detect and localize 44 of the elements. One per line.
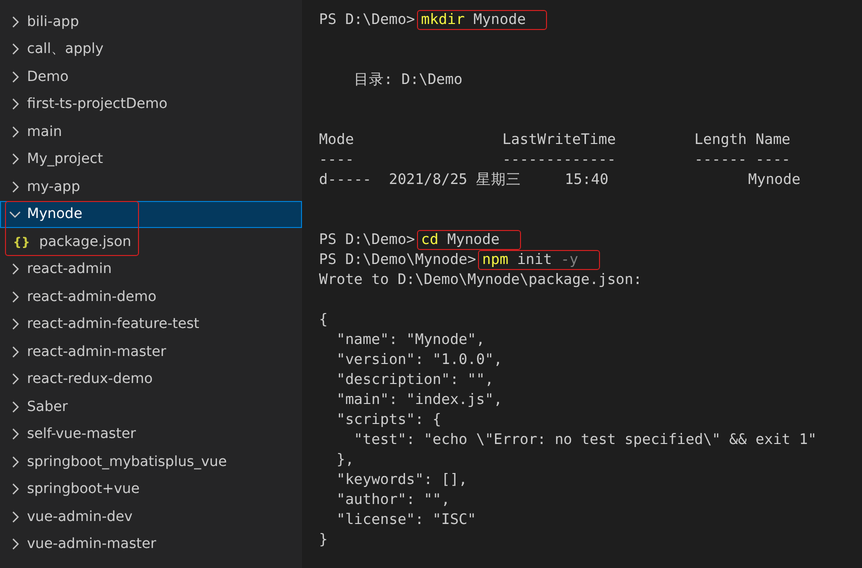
folder-item[interactable]: main	[0, 118, 302, 146]
folder-item[interactable]: My_project	[0, 146, 302, 173]
terminal-line: "main": "index.js",	[335, 391, 504, 410]
folder-item[interactable]: first-ts-projectDemo	[0, 90, 302, 118]
folder-item[interactable]: self-vue-master	[0, 420, 302, 448]
terminal-line: Wrote to D:\Demo\Mynode\package.json:	[319, 271, 644, 290]
folder-item[interactable]: springboot+vue	[0, 476, 302, 503]
command-text: npm init -y	[478, 250, 600, 270]
folder-item[interactable]: vue-admin-dev	[0, 503, 302, 530]
terminal-line: "scripts": {	[335, 411, 442, 430]
terminal-line: "description": "",	[335, 371, 495, 390]
terminal-line: d----- 2021/8/25 星期三 15:40 Mynode	[319, 171, 802, 190]
prompt-text: PS D:\Demo\Mynode>	[319, 252, 476, 268]
folder-item[interactable]: vue-admin-master	[0, 530, 302, 558]
terminal-line: "version": "1.0.0",	[335, 351, 504, 370]
terminal-line: "name": "Mynode",	[335, 331, 486, 350]
command-text: mkdir Mynode	[417, 10, 548, 30]
json-file-icon: {}	[13, 234, 30, 249]
terminal-line: "keywords": [],	[335, 471, 468, 490]
folder-item[interactable]: react-redux-demo	[0, 366, 302, 393]
folder-item[interactable]: my-app	[0, 173, 302, 200]
terminal-line: 目录: D:\Demo	[352, 71, 464, 90]
terminal-line: "test": "echo \"Error: no test specified\" && exit 1"	[352, 431, 818, 450]
command-text: cd Mynode	[417, 230, 522, 250]
prompt-text: PS D:\Demo>	[319, 12, 416, 28]
folder-item[interactable]: Demo	[0, 63, 302, 90]
folder-item[interactable]: call、apply	[0, 36, 302, 63]
terminal-line: },	[335, 451, 355, 470]
terminal-line: "license": "ISC"	[335, 511, 478, 530]
folder-item[interactable]: bili-app	[0, 8, 302, 36]
terminal-line: ---- ------------- ------ ----	[319, 151, 792, 170]
terminal-line: "author": "",	[335, 491, 451, 510]
prompt-text: PS D:\Demo>	[319, 232, 416, 248]
folder-item[interactable]: Mynode	[0, 200, 302, 228]
folder-item[interactable]: Saber	[0, 393, 302, 420]
terminal-line: {	[319, 311, 329, 330]
folder-item[interactable]: react-admin	[0, 256, 302, 283]
folder-item[interactable]: springboot_mybatisplus_vue	[0, 448, 302, 476]
terminal-line: Mode LastWriteTime Length Name	[319, 131, 792, 150]
folder-item[interactable]: react-admin-master	[0, 338, 302, 366]
terminal-line: }	[319, 531, 329, 550]
folder-item[interactable]: react-admin-feature-test	[0, 310, 302, 338]
folder-item[interactable]: react-admin-demo	[0, 283, 302, 310]
file-item[interactable]: {} package.json	[0, 228, 302, 256]
